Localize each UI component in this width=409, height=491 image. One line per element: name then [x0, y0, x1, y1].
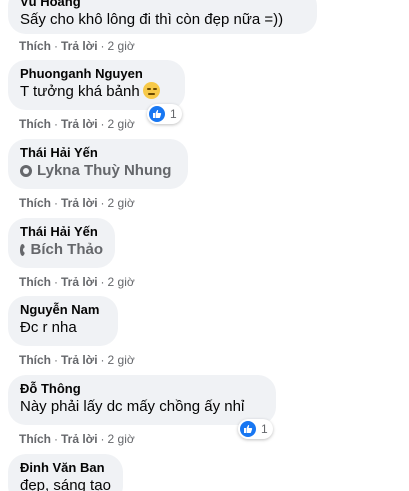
like-link[interactable]: Thích: [19, 117, 51, 131]
mention-tag[interactable]: Lykna Thuỳ Nhung: [20, 161, 176, 181]
like-link[interactable]: Thích: [19, 275, 51, 289]
reaction-badge[interactable]: 1: [147, 104, 182, 124]
mention-name: Bích Thảo: [30, 241, 103, 258]
comment-text: Đc r nha: [20, 319, 77, 336]
comment-actions: Thích · Trả lời · 2 giờ: [19, 274, 135, 290]
reply-link[interactable]: Trả lời: [61, 117, 98, 131]
like-link[interactable]: Thích: [19, 39, 51, 53]
like-link[interactable]: Thích: [19, 432, 51, 446]
comment-author[interactable]: Thái Hải Yến: [20, 224, 103, 240]
comment-bubble: Đỗ Thông Này phải lấy dc mấy chồng ấy nh…: [8, 375, 276, 425]
like-link[interactable]: Thích: [19, 196, 51, 210]
tag-icon: [20, 244, 30, 256]
comment-actions: Thích · Trả lời · 2 giờ: [19, 38, 135, 54]
comment-time[interactable]: 2 giờ: [108, 39, 135, 53]
reply-link[interactable]: Trả lời: [61, 432, 98, 446]
like-icon: [240, 421, 256, 437]
like-link[interactable]: Thích: [19, 353, 51, 367]
comment-actions: Thích · Trả lời · 2 giờ: [19, 431, 135, 447]
comment-bubble: Thái Hải Yến Lykna Thuỳ Nhung: [8, 139, 188, 189]
separator: ·: [100, 117, 105, 131]
comment-bubble: Đinh Văn Ban đẹp, sáng tạo: [8, 454, 123, 491]
comment-bubble: Phuonganh Nguyen T tưởng khá bảnh: [8, 60, 185, 110]
reply-link[interactable]: Trả lời: [61, 39, 98, 53]
separator: ·: [54, 275, 58, 289]
comment-text-content: T tưởng khá bảnh: [20, 83, 140, 100]
comment-time[interactable]: 2 giờ: [108, 353, 135, 367]
comment-bubble: Thái Hải Yến Bích Thảo: [8, 218, 115, 268]
reaction-badge[interactable]: 1: [238, 419, 273, 439]
comment-text: Sấy cho khô lông đi thì còn đẹp nữa =)): [20, 11, 284, 28]
comment-author[interactable]: Phuonganh Nguyen: [20, 66, 173, 82]
reply-link[interactable]: Trả lời: [61, 275, 98, 289]
comment-bubble: Vũ Hoàng Sấy cho khô lông đi thì còn đẹp…: [8, 0, 317, 34]
comment-text: đẹp, sáng tạo: [20, 477, 111, 491]
reaction-count: 1: [170, 107, 177, 121]
separator: ·: [100, 353, 105, 367]
separator: ·: [100, 196, 105, 210]
comment-author[interactable]: Thái Hải Yến: [20, 145, 176, 161]
comment-actions: Thích · Trả lời · 2 giờ: [19, 352, 135, 368]
like-icon: [149, 106, 165, 122]
reply-link[interactable]: Trả lời: [61, 353, 98, 367]
comment-author[interactable]: Đinh Văn Ban: [20, 460, 111, 476]
comment-time[interactable]: 2 giờ: [108, 196, 135, 210]
comment: Đinh Văn Ban đẹp, sáng tạo: [0, 454, 409, 491]
mention-tag[interactable]: Bích Thảo: [20, 240, 103, 260]
separator: ·: [54, 196, 58, 210]
separator: ·: [100, 275, 105, 289]
separator: ·: [100, 39, 105, 53]
separator: ·: [54, 117, 58, 131]
tag-icon: [20, 165, 32, 177]
comment-time[interactable]: 2 giờ: [108, 275, 135, 289]
smirk-emoji-icon: [142, 82, 160, 99]
separator: ·: [100, 432, 105, 446]
comment-actions: Thích · Trả lời · 2 giờ: [19, 195, 135, 211]
separator: ·: [54, 39, 58, 53]
comment-actions: Thích · Trả lời · 2 giờ: [19, 116, 135, 132]
comment-bubble: Nguyễn Nam Đc r nha: [8, 296, 118, 346]
reaction-count: 1: [261, 422, 268, 436]
comment-author[interactable]: Vũ Hoàng: [20, 0, 305, 10]
reply-link[interactable]: Trả lời: [61, 196, 98, 210]
comment-time[interactable]: 2 giờ: [108, 432, 135, 446]
separator: ·: [54, 432, 58, 446]
comment-text: T tưởng khá bảnh: [20, 82, 173, 102]
comment-author[interactable]: Đỗ Thông: [20, 381, 264, 397]
comment-text: Này phải lấy dc mấy chồng ấy nhỉ: [20, 398, 245, 415]
comment-time[interactable]: 2 giờ: [108, 117, 135, 131]
separator: ·: [54, 353, 58, 367]
mention-name: Lykna Thuỳ Nhung: [37, 162, 172, 179]
comment-author[interactable]: Nguyễn Nam: [20, 302, 106, 318]
